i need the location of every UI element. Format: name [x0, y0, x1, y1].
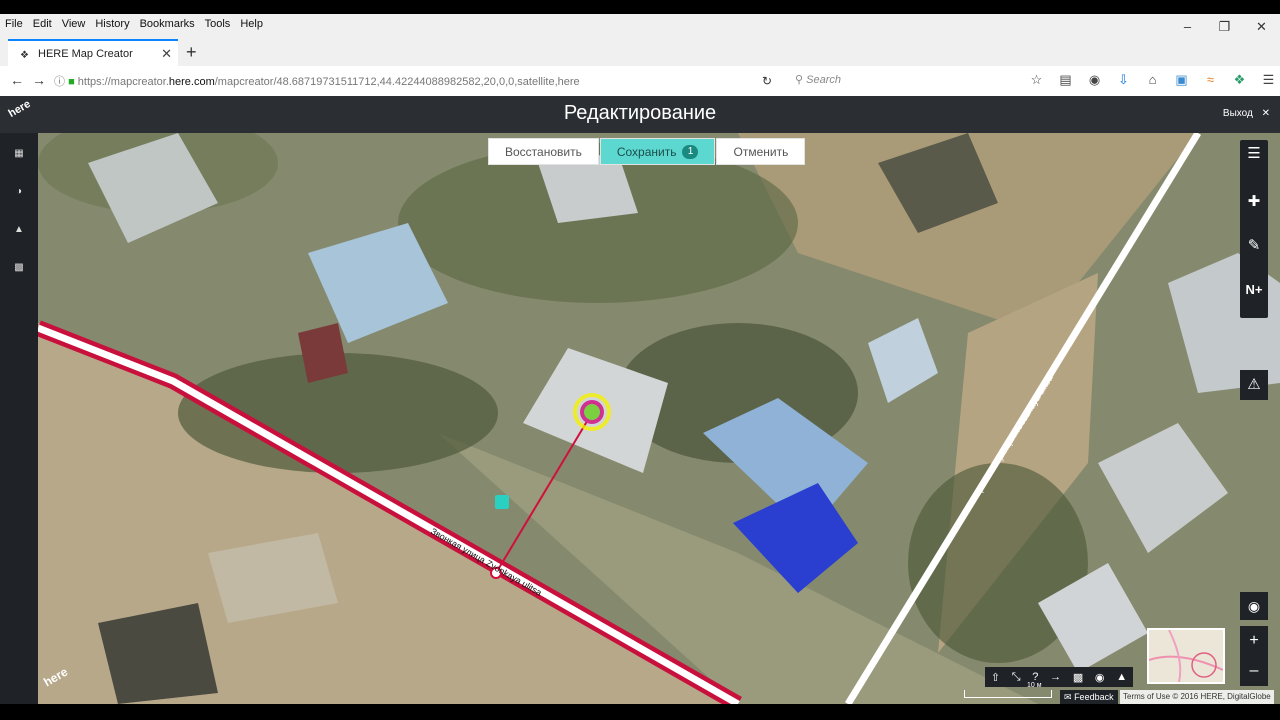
minimap-graphic — [1149, 630, 1223, 682]
save-button[interactable]: Сохранить 1 — [599, 138, 716, 165]
lock-map-icon[interactable]: ▩ — [1073, 671, 1083, 684]
url-host: here.com — [168, 76, 215, 88]
menu-bookmarks[interactable]: Bookmarks — [135, 18, 200, 30]
search-box[interactable]: ⚲ Search — [795, 73, 841, 86]
warning-icon[interactable]: ⚠ — [1240, 370, 1268, 400]
navigation-bar: ← → ⓘ ■ https://mapcreator.here.com/mapc… — [0, 66, 1280, 97]
url-prefix: https://mapcreator. — [77, 76, 169, 88]
grid-icon[interactable]: ▦ — [13, 149, 25, 159]
download-icon[interactable]: ⇩ — [1109, 72, 1138, 88]
shirt-icon[interactable]: ▲ — [13, 225, 25, 235]
close-tab-icon[interactable]: ✕ — [161, 46, 172, 62]
close-icon: ✕ — [1261, 108, 1270, 119]
menu-tools[interactable]: Tools — [200, 18, 236, 30]
page-title: Редактирование — [563, 102, 717, 124]
minimap[interactable] — [1147, 628, 1225, 684]
menu-edit[interactable]: Edit — [28, 18, 57, 30]
measure-icon[interactable]: ⤡ — [1012, 671, 1021, 684]
toolbar-icons: ☆ ▤ ◉ ⇩ ⌂ ▣ ≈ ❖ ☰ — [1022, 72, 1280, 88]
bookmark-star-icon[interactable]: ☆ — [1022, 72, 1051, 88]
address-bar[interactable]: ⓘ ■ https://mapcreator.here.com/mapcreat… — [54, 73, 580, 89]
locate-icon[interactable]: ◉ — [1240, 592, 1268, 620]
map-scale: 10 м — [964, 682, 1052, 698]
bottom-toolbar: ⇧ ⤡ ? → ▩ ◉ ▲ — [985, 667, 1133, 687]
forward-icon[interactable]: → — [32, 72, 46, 88]
save-count-badge: 1 — [682, 144, 699, 159]
menu-bar: File Edit View History Bookmarks Tools H… — [0, 14, 1280, 34]
feedback-icon: ✉ — [1064, 692, 1072, 702]
menu-icon[interactable]: ☰ — [1254, 72, 1280, 88]
tab-here-map-creator[interactable]: ❖ HERE Map Creator ✕ — [8, 39, 178, 66]
search-icon: ⚲ — [795, 74, 804, 86]
screen-bottom-border — [0, 704, 1280, 720]
satellite-map[interactable]: Звонкая улица Zvonkaya ulitsa Проезжая у… — [38, 133, 1280, 704]
add-comment-icon[interactable]: ✎ — [1240, 236, 1268, 254]
add-place-icon[interactable]: N+ — [1240, 282, 1268, 297]
search-placeholder: Search — [806, 74, 841, 86]
url-path: /mapcreator/48.68719731511712,44.4224408… — [214, 76, 580, 88]
info-icon[interactable]: ⓘ — [54, 76, 65, 88]
edit-actions: Восстановить Сохранить 1 Отменить — [488, 138, 806, 165]
back-icon[interactable]: ← — [10, 72, 24, 88]
exit-button[interactable]: Выход ✕ — [1223, 108, 1270, 119]
lock-icon: ■ — [68, 76, 75, 88]
map-imagery: Звонкая улица Zvonkaya ulitsa Проезжая у… — [38, 133, 1280, 704]
add-road-icon[interactable]: ✚ — [1240, 192, 1268, 210]
screen-top-border — [0, 0, 1280, 14]
upload-icon[interactable]: ⇧ — [991, 671, 1000, 684]
app-header: here Редактирование Выход ✕ — [0, 96, 1280, 133]
tab-bar: ❖ HERE Map Creator ✕ + — [0, 34, 1280, 66]
addon-icon[interactable]: ❖ — [1225, 72, 1254, 88]
new-tab-icon[interactable]: + — [186, 42, 197, 63]
scale-label: 10 м — [1027, 682, 1042, 689]
menu-history[interactable]: History — [90, 18, 134, 30]
feedback-button[interactable]: ✉ Feedback — [1060, 690, 1118, 704]
left-sidebar: ▦ ◑ ▲ ▩ — [0, 133, 38, 704]
extension-icon[interactable]: ▣ — [1167, 72, 1196, 88]
exit-label: Выход — [1222, 108, 1253, 119]
menu-file[interactable]: File — [0, 18, 28, 30]
menu-help[interactable]: Help — [235, 18, 268, 30]
rss-icon[interactable]: ≈ — [1196, 72, 1225, 88]
arrow-right-icon[interactable]: → — [1050, 671, 1061, 683]
cancel-button[interactable]: Отменить — [716, 138, 806, 165]
settings-icon[interactable]: ◉ — [1095, 671, 1105, 684]
here-favicon-icon: ❖ — [20, 49, 29, 61]
palette-icon[interactable]: ◑ — [13, 187, 25, 197]
reload-icon[interactable]: ↻ — [762, 74, 772, 88]
feedback-label: Feedback — [1074, 692, 1114, 702]
image-icon[interactable]: ▩ — [13, 263, 25, 273]
zoom-controls: + – — [1240, 626, 1268, 686]
zoom-out-button[interactable]: – — [1240, 656, 1268, 686]
zoom-in-button[interactable]: + — [1240, 626, 1268, 656]
home-icon[interactable]: ⌂ — [1138, 72, 1167, 88]
pocket-icon[interactable]: ◉ — [1080, 72, 1109, 88]
terms-of-use-link[interactable]: Terms of Use © 2016 HERE, DigitalGlobe — [1120, 690, 1274, 704]
restore-button[interactable]: Восстановить — [488, 138, 599, 165]
tab-title: HERE Map Creator — [38, 47, 133, 60]
terrain-icon[interactable]: ▲ — [1116, 671, 1127, 683]
menu-view[interactable]: View — [57, 18, 91, 30]
reading-list-icon[interactable]: ▤ — [1051, 72, 1080, 88]
layers-icon[interactable]: ☰ — [1240, 144, 1268, 162]
right-tool-panel: ☰ ✚ ✎ N+ — [1240, 140, 1268, 318]
save-label: Сохранить — [616, 144, 677, 159]
